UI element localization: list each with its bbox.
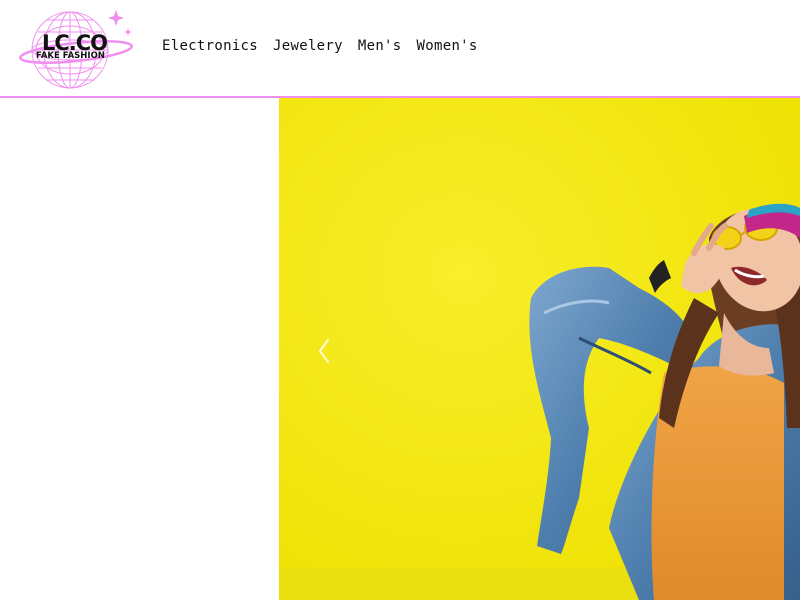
hero-carousel[interactable] — [279, 98, 800, 600]
globe-logo-icon: LC.CO FAKE FASHION — [19, 10, 133, 89]
nav-link-womens[interactable]: Women's — [417, 38, 478, 54]
carousel-prev-button[interactable] — [313, 336, 337, 366]
main-left-blank — [0, 98, 279, 600]
logo-sub-text: FAKE FASHION — [36, 51, 105, 61]
brand-logo[interactable]: LC.CO FAKE FASHION — [16, 6, 136, 94]
nav-link-electronics[interactable]: Electronics — [162, 38, 258, 54]
nav-link-mens[interactable]: Men's — [358, 38, 402, 54]
main-nav: Electronics Jewelery Men's Women's — [162, 38, 478, 54]
site-header: LC.CO FAKE FASHION Electronics Jewelery … — [0, 0, 800, 98]
chevron-left-icon — [319, 339, 329, 363]
nav-link-jewelery[interactable]: Jewelery — [273, 38, 343, 54]
hero-slide-image — [279, 98, 800, 600]
